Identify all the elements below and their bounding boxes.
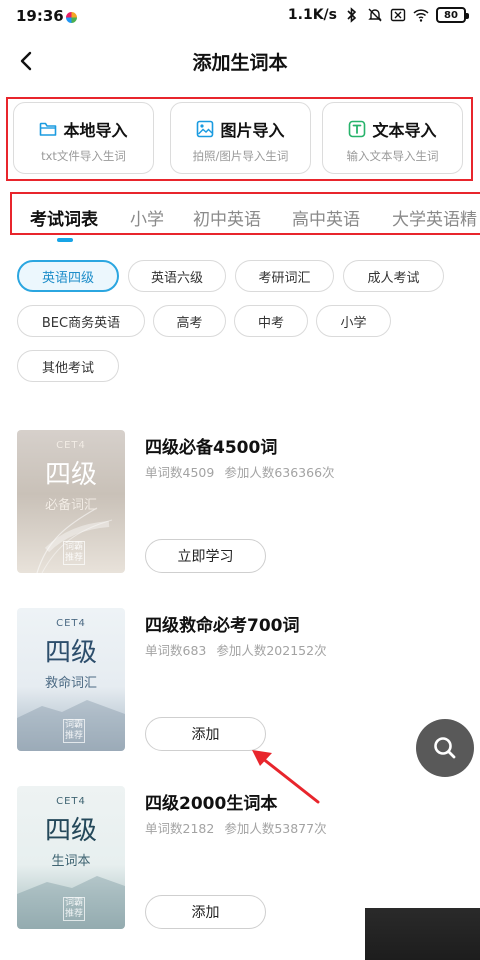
cover-title: 四级: [44, 460, 97, 490]
page-title: 添加生词本: [192, 52, 288, 74]
book-cover[interactable]: CET4 四级 救命词汇 词霸推荐: [17, 608, 125, 751]
search-icon: [434, 737, 456, 759]
image-import-button[interactable]: 图片导入 拍照/图片导入生词: [170, 102, 311, 174]
filter-gaokao[interactable]: 高考: [153, 305, 226, 337]
status-time: 19:36: [16, 7, 64, 25]
local-import-subtitle: txt文件导入生词: [41, 149, 126, 163]
bluetooth-icon: [347, 7, 357, 23]
battery-icon: 80: [436, 7, 469, 23]
image-import-label: 图片导入: [220, 121, 285, 140]
start-learning-button[interactable]: 立即学习: [145, 539, 266, 573]
participant-count: 参加人数53877次: [224, 821, 327, 836]
mute-bell-icon: [368, 8, 382, 22]
status-bar: 19:36 1.1K/s 80: [0, 0, 480, 34]
book-meta: 单词数4509 参加人数636366次: [145, 462, 345, 481]
filter-primary[interactable]: 小学: [316, 305, 391, 337]
book-title[interactable]: 四级必备4500词: [145, 433, 277, 458]
filter-other-exams[interactable]: 其他考试: [17, 350, 119, 382]
app-notification-icon: [66, 12, 77, 23]
cover-subtitle: 救命词汇: [44, 676, 97, 691]
annotation-arrow-icon: [252, 750, 320, 804]
wifi-icon: [413, 9, 429, 22]
filter-cet4[interactable]: 英语四级: [17, 260, 119, 292]
floating-search-button[interactable]: [416, 719, 474, 777]
book-meta: 单词数683 参加人数202152次: [145, 640, 337, 659]
word-count: 单词数2182: [145, 821, 215, 836]
cover-stamp: 词霸推荐: [63, 719, 85, 743]
image-import-subtitle: 拍照/图片导入生词: [192, 149, 289, 163]
participant-count: 参加人数636366次: [224, 465, 335, 480]
add-button[interactable]: 添加: [145, 895, 266, 929]
tab-college-english[interactable]: 大学英语精: [392, 205, 477, 230]
tab-primary[interactable]: 小学: [130, 205, 164, 230]
participant-count: 参加人数202152次: [216, 643, 327, 658]
text-import-subtitle: 输入文本导入生词: [346, 149, 439, 163]
cover-tag: CET4: [56, 796, 86, 807]
filter-adult-exam[interactable]: 成人考试: [343, 260, 444, 292]
cover-tag: CET4: [56, 440, 86, 451]
tab-senior-english[interactable]: 高中英语: [292, 205, 360, 230]
book-cover[interactable]: CET4 四级 必备词汇 词霸推荐: [17, 430, 125, 573]
filter-zhongkao[interactable]: 中考: [234, 305, 308, 337]
image-icon: [197, 120, 214, 138]
tab-exam-lists[interactable]: 考试词表: [30, 205, 98, 230]
local-import-label: 本地导入: [63, 121, 128, 140]
system-overlay: [365, 908, 480, 960]
book-cover[interactable]: CET4 四级 生词本 词霸推荐: [17, 786, 125, 929]
cover-subtitle: 生词本: [51, 854, 91, 869]
cover-tag: CET4: [56, 618, 86, 629]
book-title[interactable]: 四级救命必考700词: [145, 611, 300, 636]
sim-disabled-icon: [390, 8, 406, 22]
book-meta: 单词数2182 参加人数53877次: [145, 818, 337, 837]
local-import-button[interactable]: 本地导入 txt文件导入生词: [13, 102, 154, 174]
network-speed: 1.1K/s: [287, 7, 337, 23]
text-import-label: 文本导入: [372, 121, 437, 140]
status-indicators: 1.1K/s 80: [287, 7, 469, 23]
filter-cet6[interactable]: 英语六级: [128, 260, 226, 292]
filter-bec[interactable]: BEC商务英语: [17, 305, 145, 337]
active-tab-indicator: [57, 238, 73, 242]
cover-title: 四级: [44, 638, 97, 668]
filter-postgrad[interactable]: 考研词汇: [235, 260, 334, 292]
word-count: 单词数683: [145, 643, 207, 658]
text-import-button[interactable]: 文本导入 输入文本导入生词: [322, 102, 463, 174]
cover-subtitle: 必备词汇: [44, 498, 97, 513]
folder-icon: [40, 122, 57, 136]
header: 添加生词本: [0, 36, 480, 86]
text-icon: [349, 120, 366, 138]
word-count: 单词数4509: [145, 465, 215, 480]
tab-junior-english[interactable]: 初中英语: [193, 205, 261, 230]
cover-stamp: 词霸推荐: [63, 897, 85, 921]
cover-stamp: 词霸推荐: [63, 541, 85, 565]
cover-title: 四级: [44, 816, 97, 846]
